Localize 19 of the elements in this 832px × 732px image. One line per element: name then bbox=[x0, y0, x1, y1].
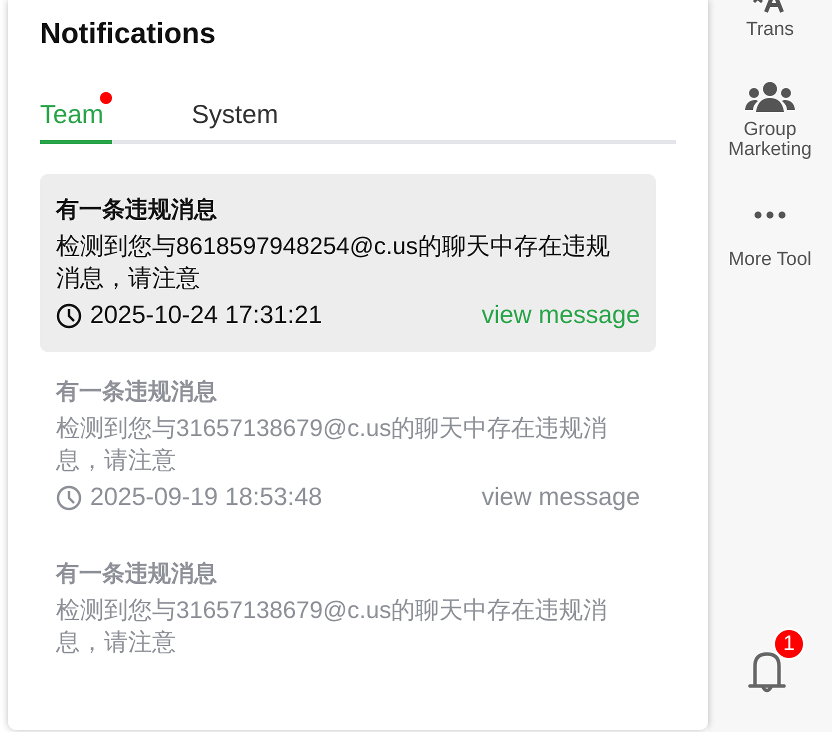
clock-icon bbox=[56, 484, 82, 510]
notification-card[interactable]: 有一条违规消息 检测到您与8618597948254@c.us的聊天中存在违规消息，请注意 2025-10-24 17:31:21 view message bbox=[40, 174, 656, 352]
notification-text: 检测到您与31657138679@c.us的聊天中存在违规消息，请注意 bbox=[56, 596, 608, 658]
sidebar-item[interactable]: More Tool bbox=[715, 180, 825, 270]
notification-text: 检测到您与8618597948254@c.us的聊天中存在违规消息，请注意 bbox=[56, 232, 611, 294]
clock-icon bbox=[56, 302, 82, 328]
notification-time: 2025-10-24 17:31:21 bbox=[90, 301, 322, 330]
notification-time: 2025-09-19 18:53:48 bbox=[90, 483, 322, 512]
panel-title: Notifications bbox=[40, 18, 217, 51]
notification-text: 检测到您与31657138679@c.us的聊天中存在违规消息，请注意 bbox=[56, 414, 608, 476]
tab[interactable]: System bbox=[192, 89, 286, 144]
notification-title: 有一条违规消息 bbox=[56, 195, 218, 224]
sidebar-item[interactable]: Trans bbox=[715, 0, 825, 40]
sidebar-item[interactable]: Group Marketing bbox=[715, 60, 825, 160]
notification-title: 有一条违规消息 bbox=[56, 377, 218, 406]
group-icon bbox=[744, 80, 796, 114]
count-badge: 1 bbox=[773, 628, 805, 660]
more-icon bbox=[753, 210, 787, 220]
notification-title: 有一条违规消息 bbox=[56, 559, 218, 588]
